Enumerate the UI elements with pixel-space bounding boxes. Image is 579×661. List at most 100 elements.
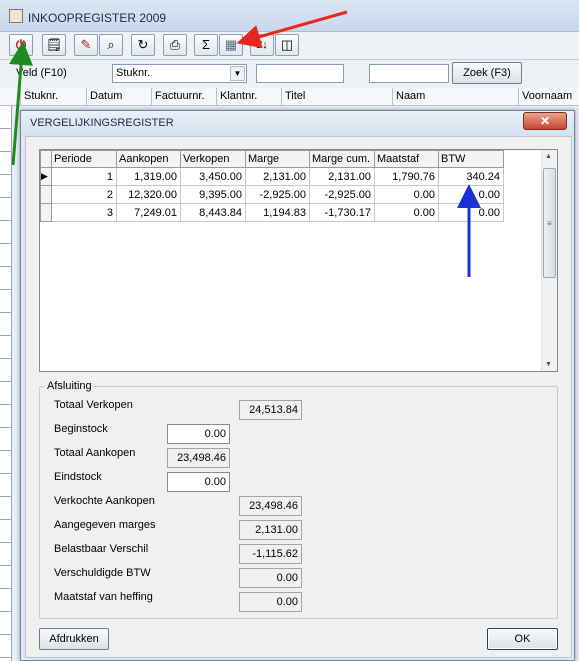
column-header[interactable]: Verkopen <box>180 150 246 168</box>
vertical-scrollbar[interactable]: ▲ ≡ ▼ <box>541 150 557 371</box>
table-cell[interactable]: 2,131.00 <box>245 167 310 186</box>
column-header[interactable]: Marge cum. <box>309 150 375 168</box>
columns-icon[interactable]: ◫ <box>275 34 299 56</box>
vat-due-label: Verschuldigde BTW <box>54 567 151 579</box>
group-legend: Afsluiting <box>45 380 94 392</box>
sold-purchases-field: 23,498.46 <box>239 496 302 516</box>
table-cell[interactable]: 12,320.00 <box>116 185 181 204</box>
column-header[interactable]: Stuknr. <box>20 88 86 106</box>
table-cell[interactable]: 1 <box>51 167 117 186</box>
binoculars-icon[interactable]: ⌕ <box>99 34 123 56</box>
row-selector[interactable] <box>40 203 52 222</box>
print-button[interactable]: Afdrukken <box>39 628 109 650</box>
table-row[interactable]: ▶ 1 1,319.00 3,450.00 2,131.00 2,131.00 … <box>40 167 504 186</box>
list-row-selectors <box>0 106 12 661</box>
dialog-titlebar: VERGELIJKINGSREGISTER ✕ <box>21 111 574 136</box>
row-selector-header <box>40 150 52 168</box>
column-header[interactable]: Marge <box>245 150 310 168</box>
periods-grid: Periode Aankopen Verkopen Marge Marge cu… <box>39 149 558 372</box>
column-header[interactable]: Datum <box>86 88 151 106</box>
table-row[interactable]: 3 7,249.01 8,443.84 1,194.83 -1,730.17 0… <box>40 203 504 222</box>
total-purchases-label: Totaal Aankopen <box>54 447 136 459</box>
sort-icon[interactable]: 2↓ <box>250 34 274 56</box>
app-icon <box>9 9 23 23</box>
column-header[interactable]: Naam <box>392 88 518 106</box>
tax-base-label: Maatstaf van heffing <box>54 591 153 603</box>
close-icon[interactable]: ✕ <box>523 112 567 130</box>
table-cell[interactable]: 9,395.00 <box>180 185 246 204</box>
table-cell[interactable]: 0.00 <box>374 185 439 204</box>
field-select[interactable]: Stuknr. ▼ <box>112 64 247 83</box>
table-cell[interactable]: 340.24 <box>438 167 504 186</box>
calculator-icon[interactable]: ▦ <box>219 34 243 56</box>
taxable-difference-label: Belastbaar Verschil <box>54 543 149 555</box>
row-pointer-icon[interactable]: ▶ <box>40 167 52 186</box>
table-cell[interactable]: -2,925.00 <box>309 185 375 204</box>
table-cell[interactable]: 3,450.00 <box>180 167 246 186</box>
eindstock-label: Eindstock <box>54 471 102 483</box>
column-header[interactable]: Factuurnr. <box>151 88 216 106</box>
table-cell[interactable]: -1,730.17 <box>309 203 375 222</box>
sold-purchases-label: Verkochte Aankopen <box>54 495 155 507</box>
column-header[interactable]: Aankopen <box>116 150 181 168</box>
table-cell[interactable]: 2 <box>51 185 117 204</box>
table-cell[interactable]: 0.00 <box>374 203 439 222</box>
window-titlebar: INKOOPREGISTER 2009 <box>0 0 579 32</box>
printer-icon[interactable]: ⎙ <box>163 34 187 56</box>
total-sales-label: Totaal Verkopen <box>54 399 133 411</box>
toolbar: ⏻ 🗒 ✎ ⌕ ↻ ⎙ Σ ▦ 2↓ ◫ <box>0 32 579 60</box>
table-cell[interactable]: 0.00 <box>438 203 504 222</box>
column-header[interactable]: Maatstaf <box>374 150 439 168</box>
table-row[interactable]: 2 12,320.00 9,395.00 -2,925.00 -2,925.00… <box>40 185 504 204</box>
find-button[interactable]: Zoek (F3) <box>452 62 522 84</box>
table-cell[interactable]: 1,319.00 <box>116 167 181 186</box>
scroll-up-icon[interactable]: ▲ <box>545 153 552 160</box>
table-cell[interactable]: 7,249.01 <box>116 203 181 222</box>
closing-group: Afsluiting Totaal Verkopen 24,513.84 Beg… <box>39 380 558 619</box>
chevron-down-icon[interactable]: ▼ <box>230 66 245 81</box>
properties-icon[interactable]: 🗒 <box>42 34 66 56</box>
dialog-body: Periode Aankopen Verkopen Marge Marge cu… <box>25 136 572 658</box>
column-header[interactable]: Titel <box>281 88 392 106</box>
table-cell[interactable]: 8,443.84 <box>180 203 246 222</box>
search-input[interactable] <box>256 64 344 83</box>
comparison-dialog: VERGELIJKINGSREGISTER ✕ Periode Aankopen… <box>20 110 575 661</box>
scroll-down-icon[interactable]: ▼ <box>545 361 552 368</box>
total-purchases-field: 23,498.46 <box>167 448 230 468</box>
tax-base-field: 0.00 <box>239 592 302 612</box>
column-header[interactable]: Periode <box>51 150 117 168</box>
field-label: Veld (F10) <box>16 67 67 79</box>
table-cell[interactable]: 3 <box>51 203 117 222</box>
search-bar: Veld (F10) Stuknr. ▼ Zoek (F3) <box>0 60 579 88</box>
search-input-2[interactable] <box>369 64 449 83</box>
column-header[interactable]: BTW <box>438 150 504 168</box>
list-header: Stuknr. Datum Factuurnr. Klantnr. Titel … <box>0 88 579 106</box>
table-cell[interactable]: 1,790.76 <box>374 167 439 186</box>
ok-button[interactable]: OK <box>487 628 558 650</box>
declared-margins-field: 2,131.00 <box>239 520 302 540</box>
eindstock-field[interactable]: 0.00 <box>167 472 230 492</box>
table-cell[interactable]: -2,925.00 <box>245 185 310 204</box>
total-sales-field: 24,513.84 <box>239 400 302 420</box>
table-cell[interactable]: 1,194.83 <box>245 203 310 222</box>
window-title: INKOOPREGISTER 2009 <box>28 11 167 25</box>
pencil-icon[interactable]: ✎ <box>74 34 98 56</box>
table-cell[interactable]: 0.00 <box>438 185 504 204</box>
vat-due-field: 0.00 <box>239 568 302 588</box>
table-header-row: Periode Aankopen Verkopen Marge Marge cu… <box>40 150 504 168</box>
dialog-title: VERGELIJKINGSREGISTER <box>30 117 174 129</box>
periods-table: Periode Aankopen Verkopen Marge Marge cu… <box>40 150 504 222</box>
column-header[interactable]: Voornaam <box>518 88 579 106</box>
refresh-icon[interactable]: ↻ <box>131 34 155 56</box>
taxable-difference-field: -1,115.62 <box>239 544 302 564</box>
scroll-thumb[interactable]: ≡ <box>543 168 556 278</box>
sum-icon[interactable]: Σ <box>194 34 218 56</box>
field-select-value: Stuknr. <box>116 67 151 79</box>
row-selector[interactable] <box>40 185 52 204</box>
declared-margins-label: Aangegeven marges <box>54 519 156 531</box>
table-cell[interactable]: 2,131.00 <box>309 167 375 186</box>
beginstock-field[interactable]: 0.00 <box>167 424 230 444</box>
beginstock-label: Beginstock <box>54 423 108 435</box>
power-icon[interactable]: ⏻ <box>9 34 33 56</box>
column-header[interactable]: Klantnr. <box>216 88 281 106</box>
